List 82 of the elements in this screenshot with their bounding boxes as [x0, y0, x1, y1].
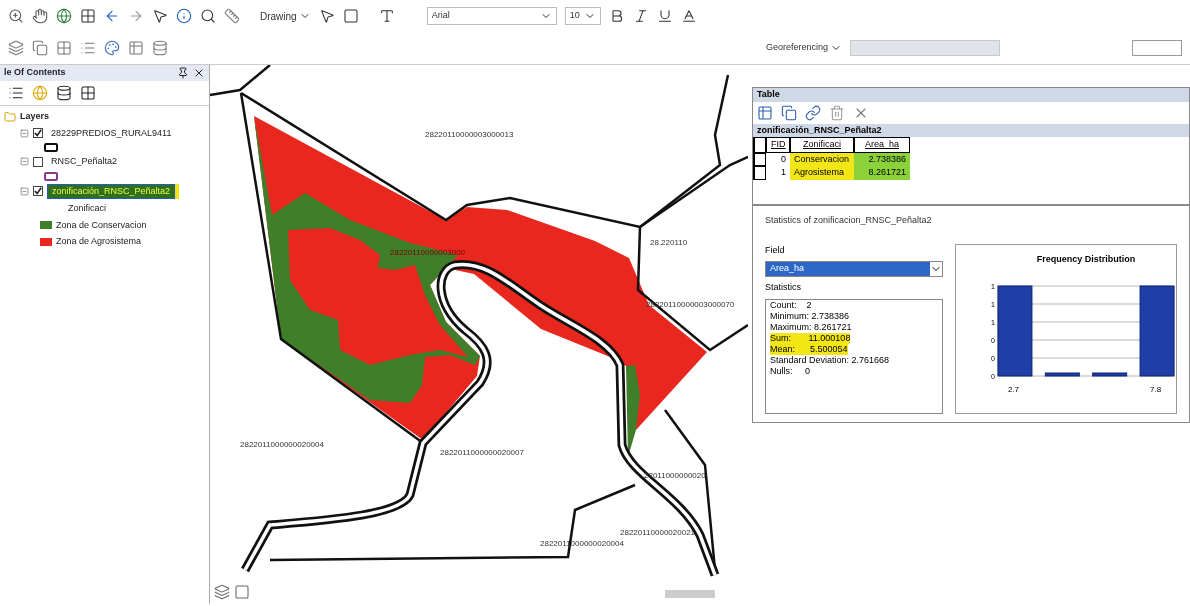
table-icon[interactable]: [128, 40, 144, 56]
text-icon[interactable]: [378, 8, 395, 24]
drawing-menu[interactable]: Drawing: [260, 8, 311, 24]
delete-icon[interactable]: [829, 104, 845, 121]
legend-label: Zona de Conservacion: [56, 218, 147, 232]
column-header[interactable]: Zonificaci: [790, 137, 854, 153]
row-selector[interactable]: [754, 166, 766, 180]
histogram-bar: [1044, 372, 1080, 377]
collapse-icon[interactable]: [20, 157, 29, 167]
parcel-label: 2822011000000020007: [440, 448, 524, 457]
rectangle-icon[interactable]: [342, 8, 359, 24]
layer-checkbox[interactable]: [33, 128, 43, 139]
window-title: Table: [753, 88, 1189, 102]
parcel-label: 28.220110: [650, 238, 688, 247]
pan-hand-icon[interactable]: [32, 8, 48, 24]
font-size-field[interactable]: 10: [564, 7, 601, 25]
palette-icon[interactable]: [104, 40, 120, 56]
zoom-in-icon[interactable]: [8, 8, 24, 24]
select-elements-icon[interactable]: [318, 8, 335, 24]
legend-label: Zona de Agrosistema: [56, 235, 142, 248]
chart-title: Frequency Distribution: [1036, 252, 1136, 266]
histogram-bar: [1092, 372, 1128, 377]
copy-icon[interactable]: [32, 40, 48, 56]
x-tick-label: 7.8: [1150, 385, 1162, 394]
parcel-label: 2822011000000020004: [240, 440, 324, 449]
search-icon[interactable]: [200, 8, 216, 24]
tree-item[interactable]: Layers: [20, 110, 50, 124]
ruler-icon[interactable]: [224, 8, 240, 24]
grid-icon[interactable]: [80, 85, 96, 101]
grid-icon[interactable]: [80, 8, 96, 24]
column-header[interactable]: FID: [766, 137, 790, 153]
statistics-label: Statistics: [765, 281, 802, 294]
field-select[interactable]: Area_ha: [765, 261, 943, 277]
database-icon[interactable]: [56, 85, 72, 101]
window-title: Statistics of zonificacion_RNSC_Peñalta2: [765, 214, 933, 227]
field-label: Field: [765, 243, 786, 257]
layer-symbol: [44, 143, 58, 152]
font-color-icon[interactable]: [680, 8, 697, 24]
table-cell: 8.261721: [854, 166, 910, 180]
parcel-label: 28220110000003000013: [425, 130, 514, 139]
table-cell-text: 1: [780, 166, 787, 179]
layers-icon[interactable]: [8, 40, 24, 56]
parcel-label: 28220110000020021: [620, 528, 696, 537]
table-tab[interactable]: zonificación_RNSC_Peñalta2: [753, 123, 1189, 137]
folder-icon: [4, 110, 16, 123]
x-tick-label: 2.7: [1007, 385, 1020, 394]
table-cell-text: 0: [780, 152, 787, 166]
scale-field[interactable]: [1132, 40, 1182, 56]
layer-checkbox[interactable]: [33, 156, 43, 167]
globe-icon[interactable]: [56, 8, 72, 24]
layer-name[interactable]: 28229PREDIOS_RURAL9411: [47, 126, 176, 140]
panel-title: le Of Contents: [4, 66, 66, 80]
back-arrow-icon[interactable]: [104, 8, 120, 24]
font-name-field[interactable]: Arial: [426, 7, 557, 25]
column-header[interactable]: Area_ha: [854, 137, 910, 153]
table-options-icon[interactable]: [757, 104, 773, 121]
layout-view-icon[interactable]: [214, 584, 230, 600]
pin-icon[interactable]: [177, 67, 189, 79]
collapse-icon[interactable]: [20, 128, 29, 138]
list-icon[interactable]: [8, 85, 24, 101]
collapse-icon[interactable]: [20, 186, 29, 196]
statistic-line: Nulls: 0: [770, 365, 810, 377]
row-selector[interactable]: [754, 152, 766, 166]
underline-icon[interactable]: [656, 8, 673, 24]
field-name: Zonificaci: [68, 202, 107, 215]
statistic-line: Minimum: 2.738386: [770, 310, 850, 322]
link-icon[interactable]: [805, 104, 821, 121]
pointer-icon[interactable]: [152, 8, 168, 24]
layer-symbol: [44, 171, 58, 181]
close-icon[interactable]: [193, 67, 205, 79]
table-corner[interactable]: [754, 137, 766, 153]
statistic-line: Count: 2: [770, 299, 812, 311]
identify-icon[interactable]: [176, 8, 192, 24]
scrollbar-thumb[interactable]: [665, 590, 715, 598]
copy-icon[interactable]: [781, 104, 797, 121]
layer-name[interactable]: zonificación_RNSC_Peñalta2: [47, 183, 176, 199]
georeferencing-menu[interactable]: Georeferencing: [766, 41, 843, 55]
statistic-line: Maximum: 8.261721: [770, 321, 852, 333]
layer-name[interactable]: RNSC_Peñalta2: [47, 155, 122, 169]
table-cell: Agrosistema: [790, 166, 854, 180]
layer-checkbox[interactable]: [33, 186, 43, 197]
statistic-line: Standard Deviation: 2.761668: [770, 354, 890, 366]
